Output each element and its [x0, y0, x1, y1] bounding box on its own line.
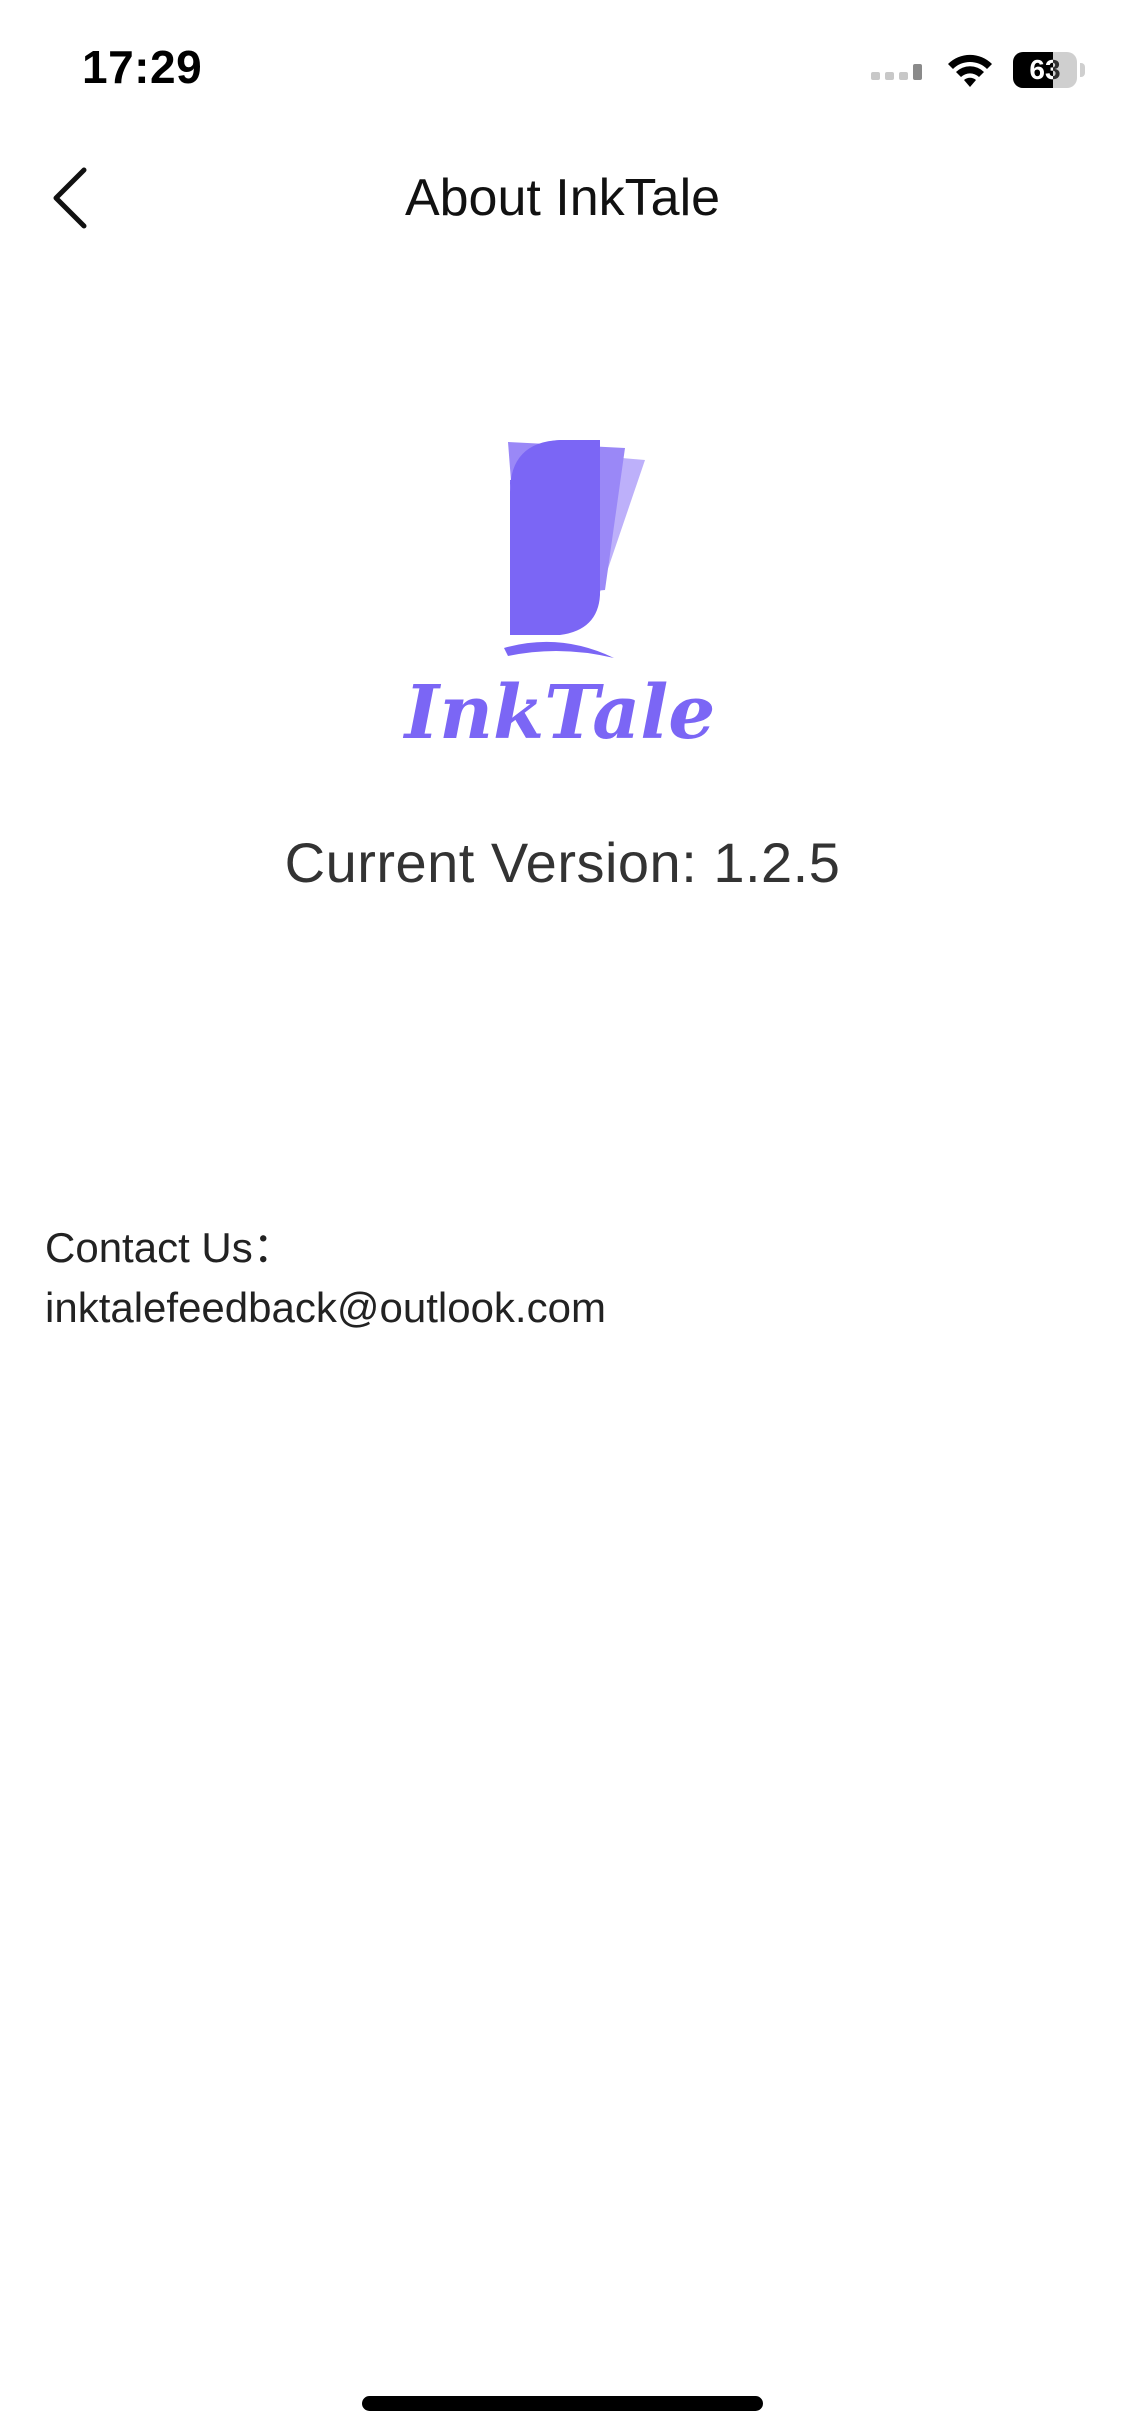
status-icons: 63 — [871, 48, 1085, 92]
status-bar: 17:29 63 — [0, 0, 1125, 140]
inktale-logo-icon: InkTale — [403, 440, 716, 756]
status-time: 17:29 — [82, 41, 203, 93]
nav-bar: About InkTale — [0, 140, 1125, 260]
contact-label: Contact Us： — [45, 1224, 295, 1271]
contact-section: Contact Us： inktalefeedback@outlook.com — [45, 1218, 606, 1338]
battery-icon: 63 — [1013, 52, 1085, 88]
home-indicator[interactable] — [362, 2396, 763, 2411]
signal-icon — [871, 64, 922, 80]
battery-percent: 63 — [1029, 54, 1061, 85]
wifi-icon — [948, 54, 992, 87]
app-logo: InkTale — [400, 420, 720, 760]
contact-email-link[interactable]: inktalefeedback@outlook.com — [45, 1278, 606, 1338]
version-text: Current Version: 1.2.5 — [284, 831, 841, 894]
page-title: About InkTale — [404, 169, 721, 227]
svg-text:InkTale: InkTale — [403, 670, 716, 756]
